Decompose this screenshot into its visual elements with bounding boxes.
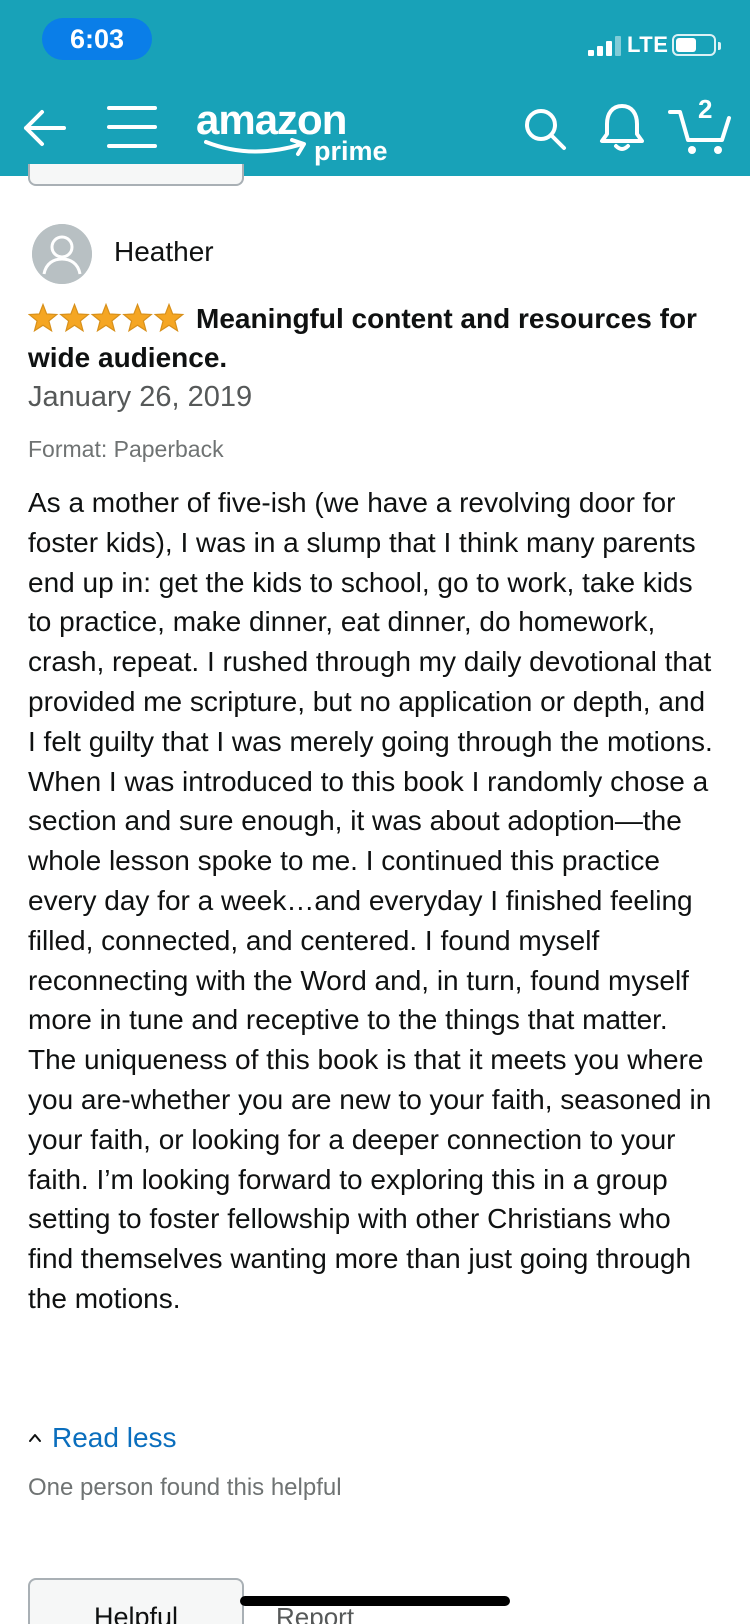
previous-review-button-edge[interactable]	[28, 164, 244, 186]
star-icon	[122, 303, 153, 333]
avatar	[32, 224, 92, 284]
reviewer-profile[interactable]: Heather	[32, 224, 432, 284]
logo-smile-icon	[204, 138, 306, 156]
star-icon	[153, 303, 185, 333]
amazon-prime-logo[interactable]: amazon prime	[196, 96, 396, 170]
home-indicator[interactable]	[240, 1596, 510, 1606]
bell-icon	[600, 104, 644, 151]
star-rating	[28, 303, 185, 333]
menu-button[interactable]	[106, 102, 158, 152]
battery-icon	[672, 34, 721, 56]
reviewer-name: Heather	[114, 236, 214, 267]
star-icon	[28, 303, 59, 333]
signal-strength-icon	[588, 36, 624, 56]
hamburger-menu-icon	[107, 106, 157, 148]
app-header: 6:03 LTE amazon prime 2	[0, 0, 750, 176]
review-date: January 26, 2019	[28, 381, 253, 413]
helpful-count: One person found this helpful	[28, 1474, 342, 1501]
back-arrow-icon	[24, 110, 66, 146]
default-avatar-icon	[32, 224, 92, 284]
network-type: LTE	[627, 32, 669, 57]
nav-bar: amazon prime 2	[0, 84, 750, 176]
back-button[interactable]	[20, 104, 68, 152]
status-bar: 6:03 LTE	[0, 0, 750, 84]
star-icon	[59, 303, 90, 333]
read-less-link[interactable]: Read less	[28, 1418, 177, 1458]
review-body: As a mother of five-ish (we have a revol…	[28, 487, 713, 1314]
helpful-button[interactable]: Helpful	[28, 1578, 244, 1624]
review-format: Format: Paperback	[28, 436, 224, 462]
search-button[interactable]	[522, 106, 568, 152]
review-rating-title: Meaningful content and resources for wid…	[28, 299, 718, 377]
cart-count-badge: 2	[698, 94, 713, 124]
logo-subtext: prime	[314, 136, 388, 166]
search-icon	[525, 109, 566, 150]
cart-button[interactable]: 2	[668, 94, 732, 156]
notifications-button[interactable]	[598, 102, 646, 152]
read-less-label: Read less	[52, 1422, 177, 1453]
chevron-up-icon	[29, 1434, 41, 1442]
status-time: 6:03	[42, 18, 152, 60]
star-icon	[90, 303, 122, 333]
